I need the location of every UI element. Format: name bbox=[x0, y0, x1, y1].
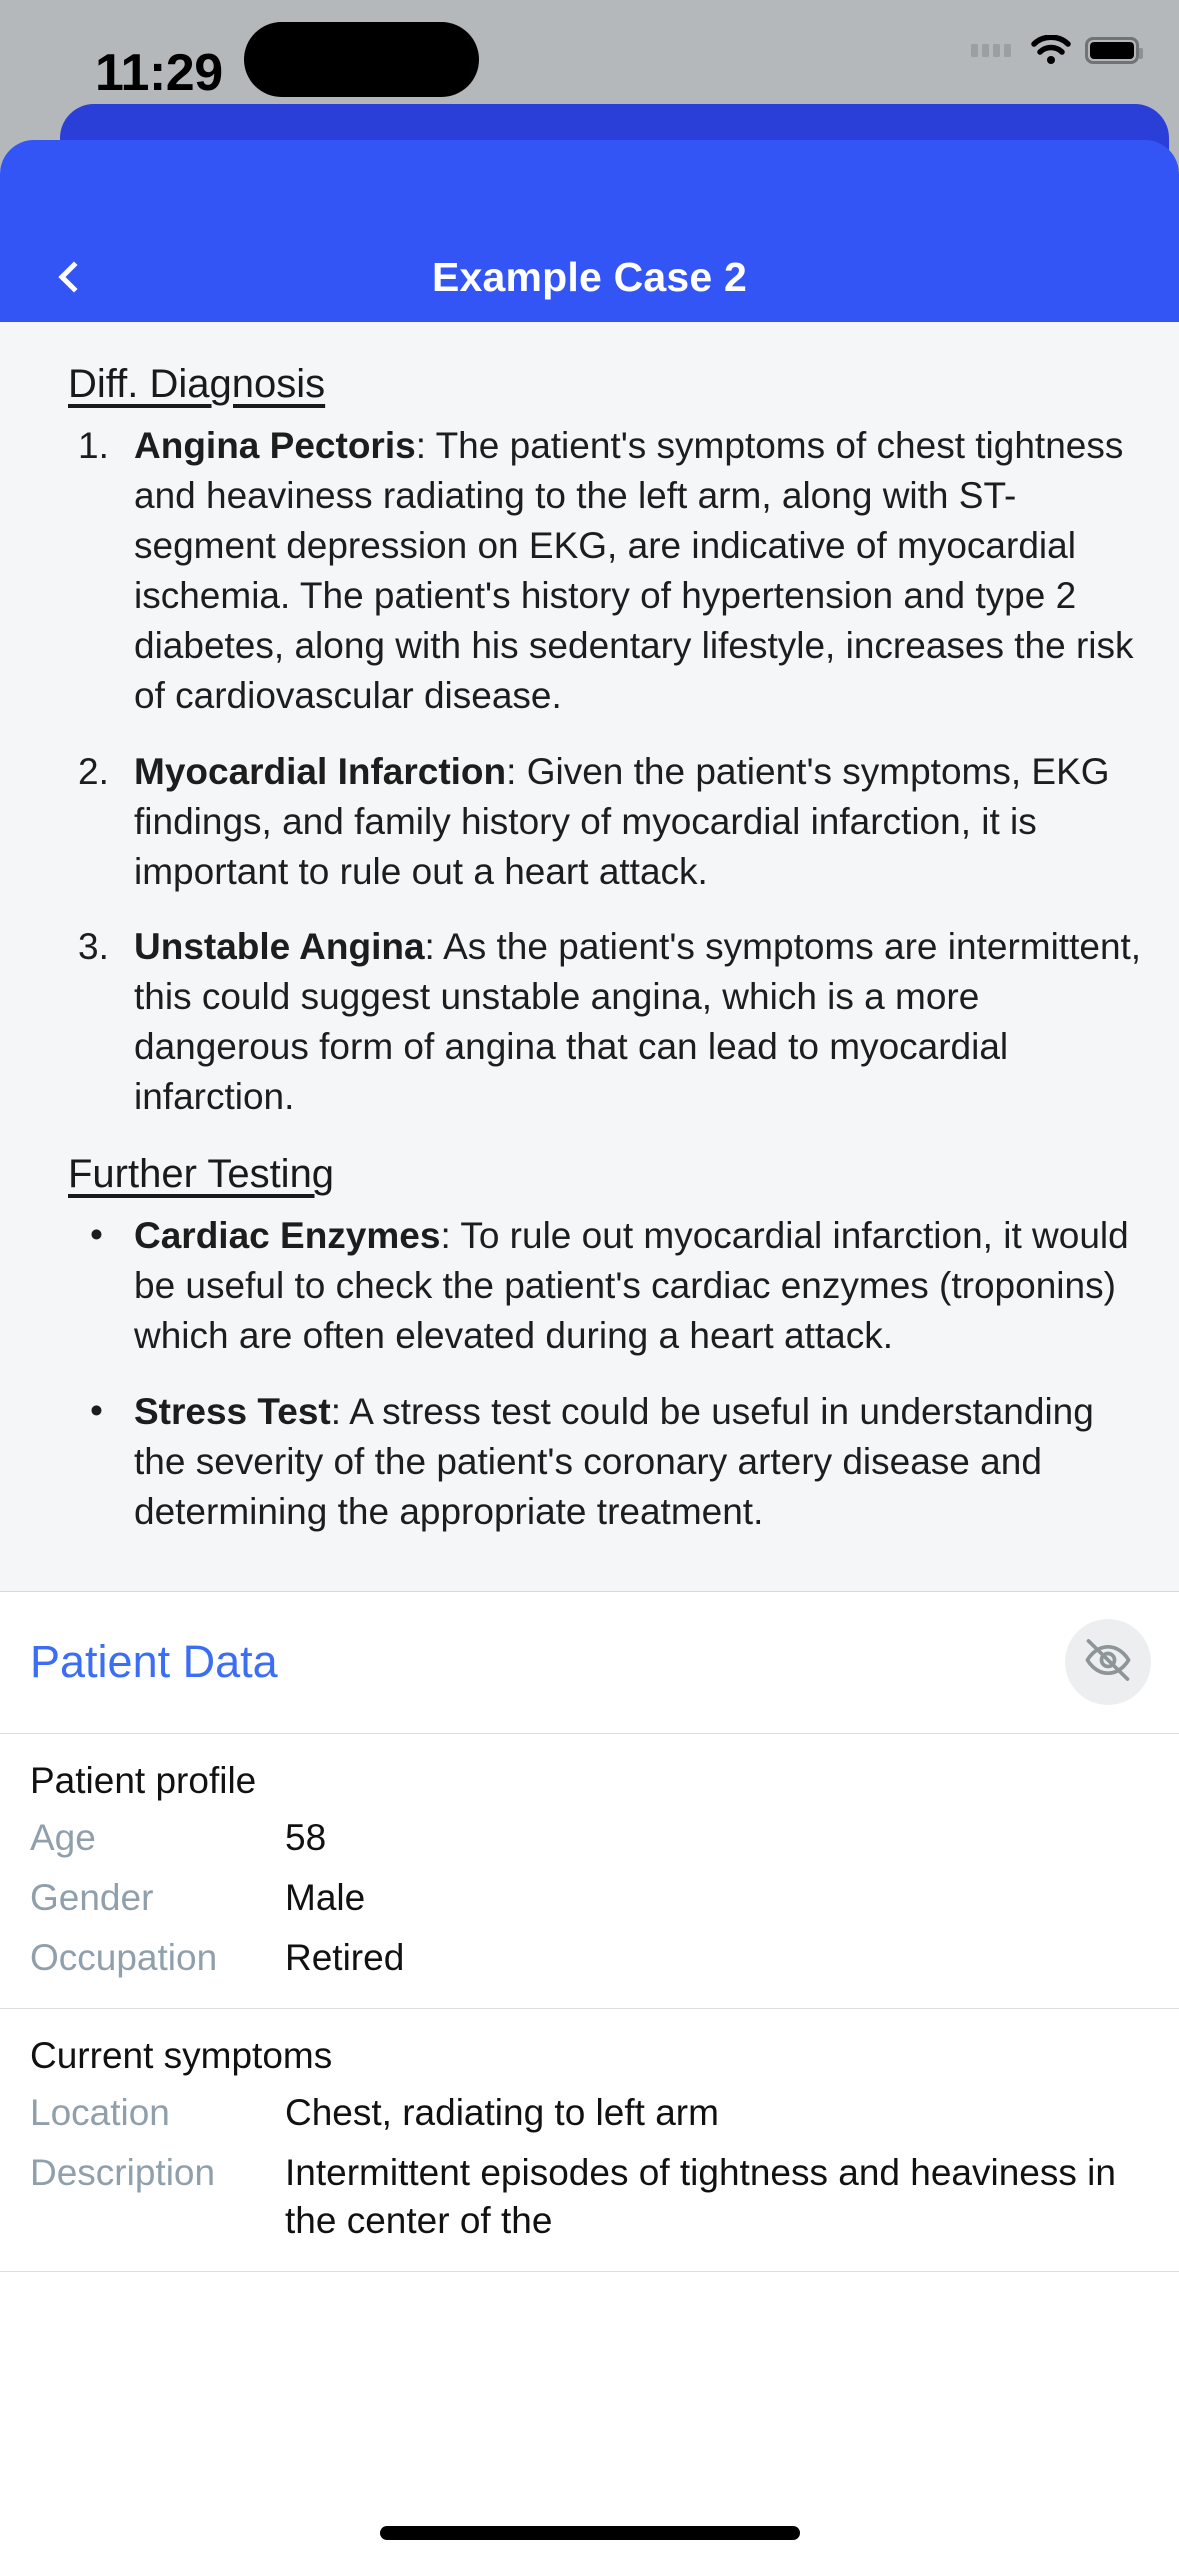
list-item: 2. Myocardial Infarction: Given the pati… bbox=[68, 747, 1149, 897]
scroll-content[interactable]: Diff. Diagnosis 1. Angina Pectoris: The … bbox=[0, 322, 1179, 2556]
list-marker: 3. bbox=[78, 926, 109, 968]
row-value: Retired bbox=[285, 1937, 405, 1978]
chevron-left-icon bbox=[58, 261, 90, 293]
back-button[interactable] bbox=[55, 232, 135, 322]
section-title: Patient profile bbox=[30, 1759, 257, 1801]
table-row: Age 58 bbox=[30, 1814, 1149, 1862]
further-testing-list: • Cardiac Enzymes: To rule out myocardia… bbox=[68, 1211, 1149, 1537]
hide-patient-data-button[interactable] bbox=[1065, 1619, 1151, 1706]
section-title: Current symptoms bbox=[30, 2035, 333, 2077]
row-key: Age bbox=[30, 1816, 96, 1858]
page-title: Example Case 2 bbox=[431, 253, 748, 300]
home-indicator bbox=[379, 2526, 800, 2540]
list-item-term: Stress Test bbox=[134, 1391, 331, 1432]
table-row: Description Intermittent episodes of tig… bbox=[30, 2149, 1149, 2245]
row-key: Occupation bbox=[30, 1937, 218, 1978]
wifi-icon bbox=[1031, 34, 1071, 65]
row-key: Location bbox=[30, 2092, 170, 2134]
navigation-bar: Example Case 2 bbox=[0, 232, 1179, 322]
case-notes-panel: Diff. Diagnosis 1. Angina Pectoris: The … bbox=[0, 322, 1179, 1592]
list-item-term: Cardiac Enzymes bbox=[134, 1215, 441, 1257]
row-value: Male bbox=[285, 1876, 366, 1918]
row-value: 58 bbox=[285, 1816, 327, 1858]
table-row: Occupation Retired bbox=[30, 1934, 1149, 1982]
further-testing-heading: Further Testing bbox=[68, 1152, 335, 1197]
row-key: Gender bbox=[30, 1876, 154, 1918]
diff-diagnosis-heading: Diff. Diagnosis bbox=[68, 362, 326, 406]
status-bar-time: 11:29 bbox=[95, 44, 223, 102]
list-marker: • bbox=[90, 1390, 103, 1431]
current-symptoms-section: Current symptoms Location Chest, radiati… bbox=[0, 2009, 1179, 2273]
battery-icon bbox=[1085, 36, 1143, 64]
list-item: 3. Unstable Angina: As the patient's sym… bbox=[68, 922, 1149, 1122]
list-item-text: : The patient's symptoms of chest tightn… bbox=[134, 425, 1134, 716]
list-item-term: Angina Pectoris bbox=[134, 425, 416, 466]
list-marker: 1. bbox=[78, 425, 109, 466]
status-bar-indicators bbox=[971, 34, 1143, 65]
list-item-term: Unstable Angina bbox=[134, 926, 425, 968]
diff-diagnosis-list: 1. Angina Pectoris: The patient's sympto… bbox=[68, 421, 1149, 1122]
app-screen: 11:29 Example Case 2 Diff. Diagnosis 1. … bbox=[0, 0, 1179, 2556]
list-item-term: Myocardial Infarction bbox=[134, 750, 507, 792]
list-marker: • bbox=[90, 1214, 103, 1256]
list-item: • Cardiac Enzymes: To rule out myocardia… bbox=[68, 1211, 1149, 1361]
signal-dots-icon bbox=[971, 43, 1011, 57]
table-row: Location Chest, radiating to left arm bbox=[30, 2089, 1149, 2137]
eye-off-icon bbox=[1082, 1634, 1134, 1691]
patient-profile-section: Patient profile Age 58 Gender Male Occup… bbox=[0, 1733, 1179, 2010]
patient-data-title: Patient Data bbox=[30, 1636, 278, 1688]
list-item: • Stress Test: A stress test could be us… bbox=[68, 1387, 1149, 1537]
list-marker: 2. bbox=[78, 750, 109, 792]
dynamic-island bbox=[244, 22, 479, 97]
navigation-bar-top bbox=[0, 140, 1179, 235]
row-key: Description bbox=[30, 2152, 216, 2194]
row-value: Intermittent episodes of tightness and h… bbox=[285, 2152, 1116, 2242]
table-row: Gender Male bbox=[30, 1874, 1149, 1922]
row-value: Chest, radiating to left arm bbox=[285, 2092, 719, 2134]
list-item: 1. Angina Pectoris: The patient's sympto… bbox=[68, 421, 1149, 721]
patient-data-header: Patient Data bbox=[0, 1591, 1179, 1734]
